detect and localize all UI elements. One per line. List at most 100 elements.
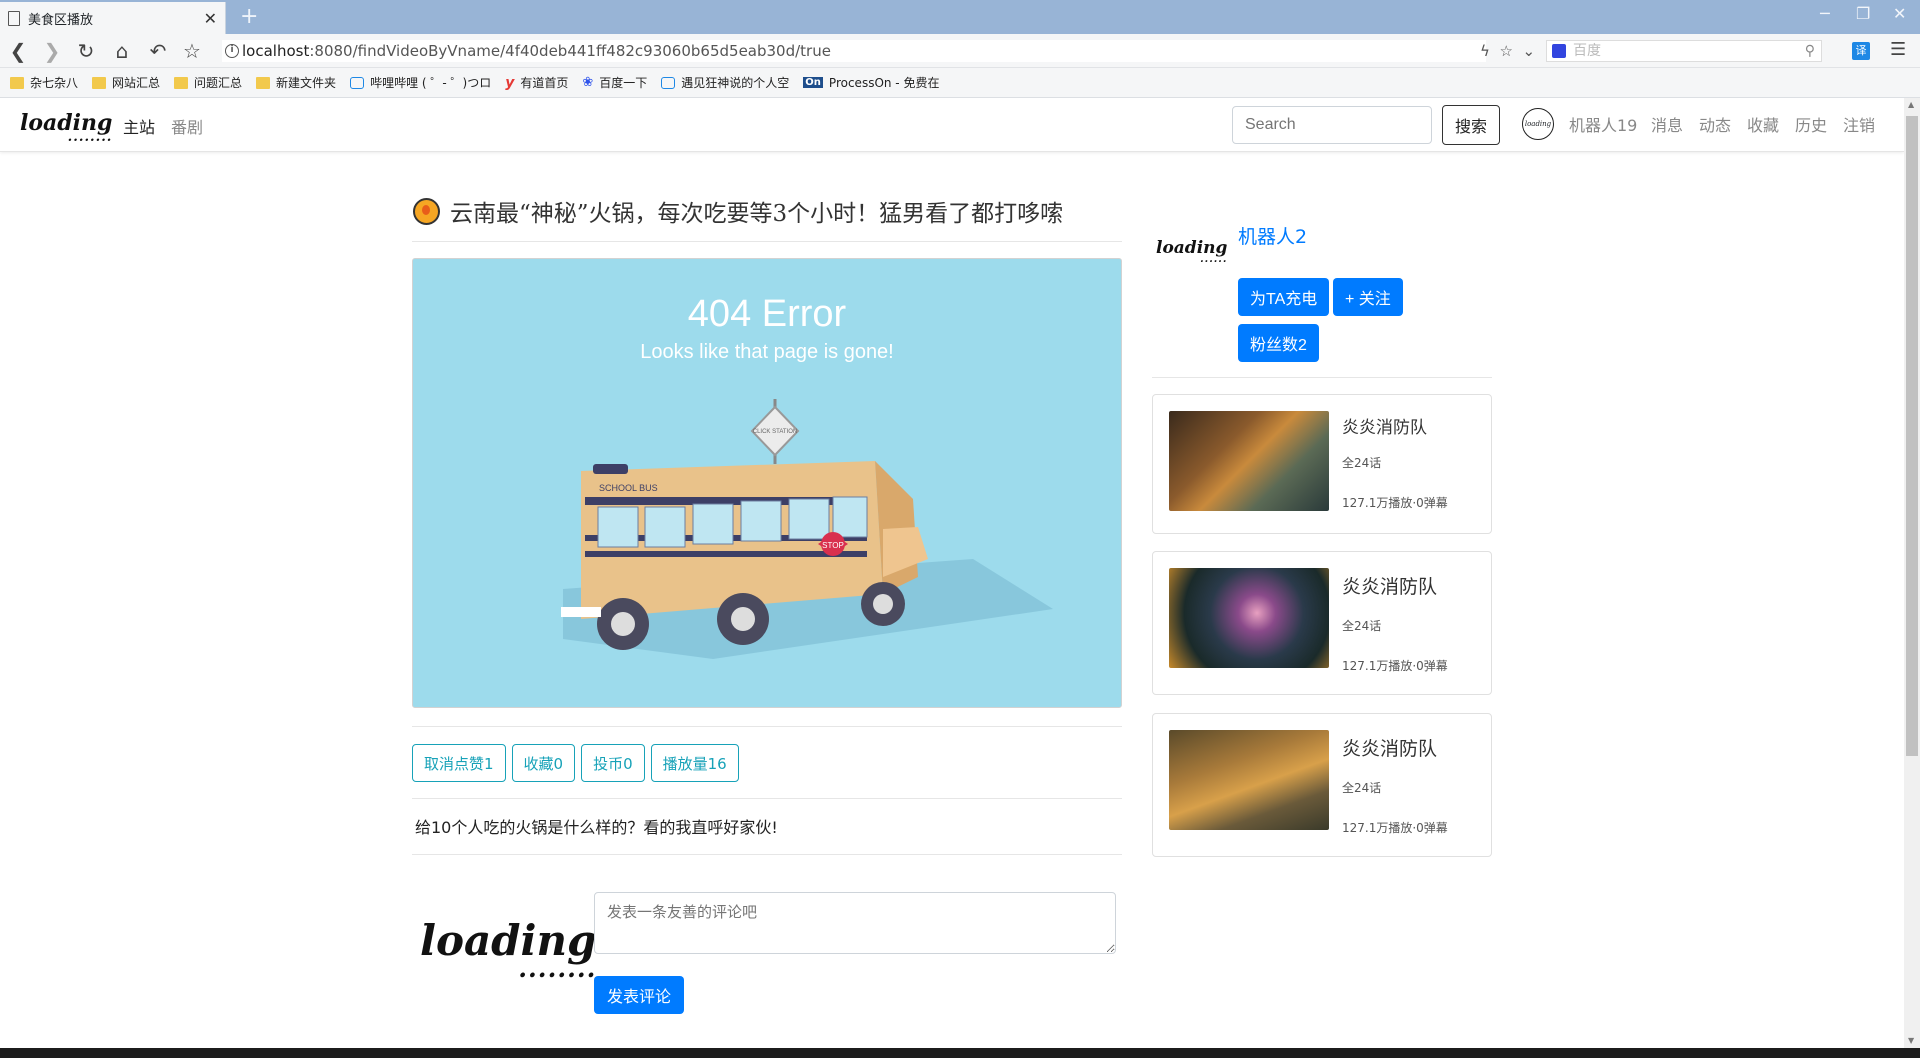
bookmark-label: 杂七杂八 bbox=[30, 76, 79, 90]
bookmark-label: 新建文件夹 bbox=[276, 76, 337, 90]
recommendation-card[interactable]: 炎炎消防队 全24话 127.1万播放·0弹幕 bbox=[1152, 713, 1492, 857]
bookmark-star-icon[interactable]: ☆ bbox=[180, 39, 204, 63]
processon-icon: On bbox=[803, 77, 823, 88]
sign-label: CLICK STATION bbox=[753, 429, 797, 435]
menu-icon[interactable]: ☰ bbox=[1890, 39, 1906, 60]
bookmark-label: 哔哩哔哩 ( ゜- ゜)つロ bbox=[370, 76, 492, 90]
unlike-button[interactable]: 取消点赞1 bbox=[412, 744, 506, 782]
bilibili-icon bbox=[661, 76, 676, 89]
bookmark-label: 遇见狂神说的个人空 bbox=[681, 76, 790, 90]
recommendation-title[interactable]: 炎炎消防队 bbox=[1342, 572, 1437, 599]
bookmark-item[interactable]: 网站汇总 bbox=[92, 74, 160, 91]
follow-button[interactable]: + 关注 bbox=[1333, 278, 1403, 316]
bookmark-item[interactable]: 问题汇总 bbox=[174, 74, 242, 91]
nav-link-history[interactable]: 历史 bbox=[1795, 112, 1827, 136]
favorite-star-icon[interactable]: ☆ bbox=[1499, 42, 1512, 60]
bookmark-label: 问题汇总 bbox=[194, 76, 243, 90]
bookmark-item[interactable]: 杂七杂八 bbox=[10, 74, 78, 91]
nav-link-logout[interactable]: 注销 bbox=[1843, 112, 1875, 136]
site-search-button[interactable]: 搜索 bbox=[1442, 105, 1500, 145]
url-field[interactable]: i localhost:8080/findVideoByVname/4f40de… bbox=[222, 40, 1486, 62]
recommendation-card[interactable]: 炎炎消防队 全24话 127.1万播放·0弹幕 bbox=[1152, 551, 1492, 695]
recommendation-thumbnail[interactable] bbox=[1169, 730, 1329, 830]
minimize-icon[interactable]: ─ bbox=[1820, 4, 1830, 23]
browser-search-input[interactable]: 百度 ⚲ bbox=[1546, 40, 1822, 62]
bookmark-item[interactable]: On ProcessOn - 免费在 bbox=[803, 74, 939, 91]
recommendation-thumbnail[interactable] bbox=[1169, 568, 1329, 668]
nav-link-bangumi[interactable]: 番剧 bbox=[171, 114, 203, 138]
back-icon[interactable]: ❮ bbox=[6, 39, 30, 63]
site-logo[interactable]: loading ........ bbox=[20, 110, 113, 145]
browser-tab-bar: 美食区播放 ✕ + ─ ❐ ✕ bbox=[0, 0, 1920, 34]
close-tab-icon[interactable]: ✕ bbox=[204, 9, 217, 28]
bookmark-item[interactable]: 遇见狂神说的个人空 bbox=[661, 74, 789, 91]
play-count-button[interactable]: 播放量16 bbox=[650, 744, 739, 782]
address-tools[interactable]: ϟ ☆ ⌄ bbox=[1480, 42, 1535, 60]
folder-icon bbox=[256, 76, 271, 89]
video-stats: 取消点赞1 收藏0 投币0 播放量16 bbox=[412, 744, 739, 782]
stop-label: STOP bbox=[822, 541, 844, 550]
recommendation-meta: 127.1万播放·0弹幕 bbox=[1342, 821, 1448, 835]
fire-icon bbox=[413, 197, 440, 225]
browser-search-placeholder: 百度 bbox=[1573, 43, 1601, 59]
info-icon[interactable]: i bbox=[225, 44, 239, 58]
uploader-name[interactable]: 机器人2 bbox=[1238, 222, 1307, 249]
bookmark-item[interactable]: 哔哩哔哩 ( ゜- ゜)つロ bbox=[350, 74, 491, 91]
recommendation-thumbnail[interactable] bbox=[1169, 411, 1329, 511]
site-navbar: loading ........ 主站 番剧 搜索 loading 机器人19 … bbox=[0, 98, 1904, 152]
favorite-button[interactable]: 收藏0 bbox=[511, 744, 576, 782]
recommendation-title[interactable]: 炎炎消防队 bbox=[1342, 734, 1437, 761]
logo-dots: ........ bbox=[67, 130, 113, 145]
chevron-down-icon[interactable]: ⌄ bbox=[1522, 42, 1535, 60]
divider bbox=[412, 798, 1122, 799]
charge-button[interactable]: 为TA充电 bbox=[1238, 278, 1330, 316]
bookmarks-bar: 杂七杂八 网站汇总 问题汇总 新建文件夹 哔哩哔哩 ( ゜- ゜)つロ y 有道首页 ❀ 百度一… bbox=[0, 68, 1920, 98]
commenter-avatar: loading ........ bbox=[420, 916, 596, 980]
restore-icon[interactable]: ❐ bbox=[1856, 4, 1870, 23]
scroll-down-icon[interactable]: ▼ bbox=[1908, 1036, 1914, 1045]
scroll-up-icon[interactable]: ▲ bbox=[1908, 100, 1914, 109]
school-bus-illustration: CLICK STATION SCHOOL BUS STOP bbox=[561, 399, 1053, 659]
bus-label: SCHOOL BUS bbox=[599, 483, 658, 493]
site-search-input[interactable] bbox=[1232, 106, 1432, 144]
url-path: :8080/findVideoByVname/4f40deb441ff482c9… bbox=[309, 42, 831, 60]
lightning-icon[interactable]: ϟ bbox=[1480, 42, 1490, 60]
post-comment-button[interactable]: 发表评论 bbox=[594, 976, 684, 1014]
video-title: 云南最“神秘”火锅，每次吃要等3个小时！猛男看了都打哆嗦 bbox=[450, 201, 1064, 227]
scrollbar-thumb[interactable] bbox=[1906, 116, 1918, 756]
translate-icon[interactable]: 译 bbox=[1852, 42, 1870, 60]
folder-icon bbox=[92, 76, 107, 89]
forward-icon[interactable]: ❯ bbox=[40, 39, 64, 63]
window-close-icon[interactable]: ✕ bbox=[1893, 4, 1906, 23]
uploader-avatar[interactable]: loading ...... bbox=[1156, 238, 1227, 264]
user-avatar[interactable]: loading bbox=[1522, 108, 1554, 140]
bookmark-item[interactable]: 新建文件夹 bbox=[256, 74, 336, 91]
undo-icon[interactable]: ↶ bbox=[146, 39, 170, 63]
bookmark-label: 有道首页 bbox=[520, 76, 569, 90]
new-tab-icon[interactable]: + bbox=[240, 4, 258, 29]
bookmark-label: 百度一下 bbox=[599, 76, 648, 90]
home-icon[interactable]: ⌂ bbox=[110, 39, 134, 63]
recommendation-episodes: 全24话 bbox=[1342, 456, 1382, 470]
nav-user-name[interactable]: 机器人19 bbox=[1569, 112, 1637, 136]
reload-icon[interactable]: ↻ bbox=[74, 39, 98, 63]
coin-button[interactable]: 投币0 bbox=[581, 744, 645, 782]
nav-link-home[interactable]: 主站 bbox=[123, 114, 155, 138]
recommendation-card[interactable]: 炎炎消防队 全24话 127.1万播放·0弹幕 bbox=[1152, 394, 1492, 534]
tab-title: 美食区播放 bbox=[28, 12, 94, 28]
recommendation-episodes: 全24话 bbox=[1342, 619, 1382, 633]
web-page: loading ........ 主站 番剧 搜索 loading 机器人19 … bbox=[0, 98, 1904, 1048]
bookmark-item[interactable]: ❀ 百度一下 bbox=[582, 74, 647, 91]
video-player[interactable]: 404 Error Looks like that page is gone! … bbox=[412, 258, 1122, 708]
search-icon[interactable]: ⚲ bbox=[1805, 41, 1815, 61]
comment-input[interactable] bbox=[594, 892, 1116, 954]
divider bbox=[412, 726, 1122, 727]
fans-count-button[interactable]: 粉丝数2 bbox=[1238, 324, 1319, 362]
nav-link-favorites[interactable]: 收藏 bbox=[1747, 112, 1779, 136]
recommendation-meta: 127.1万播放·0弹幕 bbox=[1342, 496, 1448, 510]
nav-link-messages[interactable]: 消息 bbox=[1651, 112, 1683, 136]
browser-tab[interactable]: 美食区播放 ✕ bbox=[0, 2, 226, 34]
nav-link-dynamics[interactable]: 动态 bbox=[1699, 112, 1731, 136]
bookmark-item[interactable]: y 有道首页 bbox=[505, 74, 568, 91]
recommendation-title[interactable]: 炎炎消防队 bbox=[1342, 413, 1427, 438]
